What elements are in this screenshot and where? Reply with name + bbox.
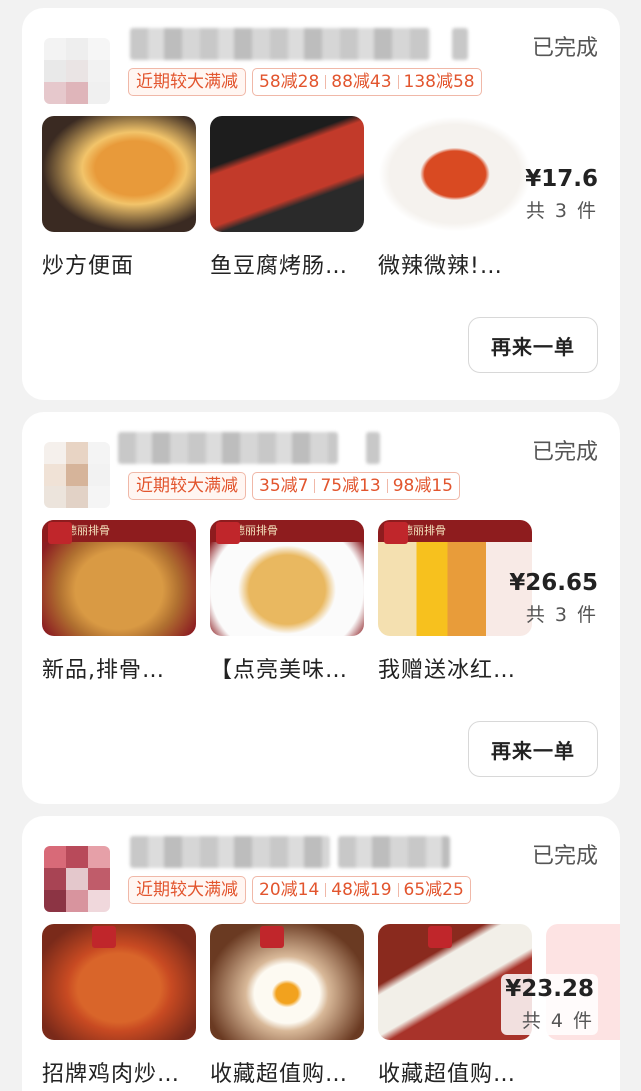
- order-card[interactable]: 已完成 近期较大满减 58减28 88减43 138减58 炒方便面 鱼豆腐烤肠…: [22, 8, 620, 400]
- promo-tag: 88减43: [325, 69, 397, 95]
- item-name: 炒方便面: [42, 254, 135, 279]
- order-card[interactable]: 已完成 近期较大满减 20减14 48减19 65减25 招牌鸡肉炒… 收藏超值…: [22, 816, 620, 1091]
- promo-tag: 75减13: [314, 473, 386, 499]
- promo-tag: 35减7: [259, 476, 309, 496]
- promo-tag: 58减28: [259, 72, 320, 92]
- food-image: 德丽排骨: [42, 520, 196, 636]
- store-logo-icon: [92, 926, 116, 948]
- order-item[interactable]: 收藏超值购…: [210, 924, 364, 1088]
- food-image: [42, 116, 196, 232]
- store-name-blurred-extra: [452, 28, 468, 60]
- item-name: 新品,排骨…: [42, 658, 165, 683]
- food-image: [210, 116, 364, 232]
- order-item[interactable]: 德丽排骨 【点亮美味…: [210, 520, 364, 684]
- promo-tag: 20减14: [259, 880, 320, 900]
- price-summary: ¥26.65 共 3 件: [509, 570, 598, 627]
- price-summary: ¥17.6 共 3 件: [525, 166, 598, 223]
- order-price: ¥26.65: [509, 570, 598, 596]
- item-count: 共 3 件: [525, 200, 598, 222]
- item-name: 收藏超值购…: [210, 1062, 349, 1087]
- store-name-blurred[interactable]: [130, 836, 330, 868]
- store-logo-icon: [216, 522, 240, 544]
- promo-row: 近期较大满减 58减28 88减43 138减58: [128, 68, 482, 96]
- promo-tag: 138减58: [397, 69, 481, 95]
- promo-label: 近期较大满减: [128, 472, 246, 500]
- item-name: 招牌鸡肉炒…: [42, 1062, 181, 1087]
- store-name-blurred[interactable]: [118, 432, 338, 464]
- store-avatar[interactable]: [44, 846, 110, 912]
- order-item[interactable]: 德丽排骨 新品,排骨…: [42, 520, 196, 684]
- item-name: 【点亮美味…: [210, 658, 349, 683]
- order-item[interactable]: 炒方便面: [42, 116, 196, 280]
- order-price: ¥17.6: [525, 166, 598, 192]
- food-image: [378, 116, 532, 232]
- store-name-blurred[interactable]: [130, 28, 430, 60]
- order-item[interactable]: 微辣微辣!…: [378, 116, 532, 280]
- store-logo-icon: [48, 522, 72, 544]
- promo-row: 近期较大满减 35减7 75减13 98减15: [128, 472, 460, 500]
- promo-tags: 35减7 75减13 98减15: [252, 472, 460, 500]
- order-item[interactable]: 鱼豆腐烤肠…: [210, 116, 364, 280]
- food-image: [210, 924, 364, 1040]
- order-card[interactable]: 已完成 近期较大满减 35减7 75减13 98减15 德丽排骨 新品,排骨… …: [22, 412, 620, 804]
- store-name-blurred-extra: [338, 836, 450, 868]
- store-logo-icon: [260, 926, 284, 948]
- reorder-button[interactable]: 再来一单: [468, 721, 598, 777]
- reorder-button[interactable]: 再来一单: [468, 317, 598, 373]
- promo-tag: 48减19: [325, 877, 397, 903]
- item-count: 共 4 件: [521, 1010, 594, 1032]
- order-status: 已完成: [531, 844, 598, 869]
- item-name: 鱼豆腐烤肠…: [210, 254, 349, 279]
- promo-tag: 98减15: [386, 473, 459, 499]
- item-name: 收藏超值购…: [378, 1062, 517, 1087]
- item-name: 微辣微辣!…: [378, 254, 503, 279]
- order-status: 已完成: [531, 440, 598, 465]
- store-logo-icon: [384, 522, 408, 544]
- promo-row: 近期较大满减 20减14 48减19 65减25: [128, 876, 471, 904]
- promo-tags: 20减14 48减19 65减25: [252, 876, 471, 904]
- store-avatar[interactable]: [44, 442, 110, 508]
- order-item[interactable]: 招牌鸡肉炒…: [42, 924, 196, 1088]
- item-count: 共 3 件: [525, 604, 598, 626]
- promo-tag: 65减25: [397, 877, 470, 903]
- store-logo-icon: [428, 926, 452, 948]
- order-status: 已完成: [531, 36, 598, 61]
- food-image: [42, 924, 196, 1040]
- promo-tags: 58减28 88减43 138减58: [252, 68, 482, 96]
- price-summary: ¥23.28 共 4 件: [501, 974, 598, 1035]
- promo-label: 近期较大满减: [128, 876, 246, 904]
- food-image: 德丽排骨: [210, 520, 364, 636]
- order-price: ¥23.28: [505, 976, 594, 1002]
- promo-label: 近期较大满减: [128, 68, 246, 96]
- store-name-blurred-extra: [366, 432, 380, 464]
- item-name: 我赠送冰红…: [378, 658, 517, 683]
- store-avatar[interactable]: [44, 38, 110, 104]
